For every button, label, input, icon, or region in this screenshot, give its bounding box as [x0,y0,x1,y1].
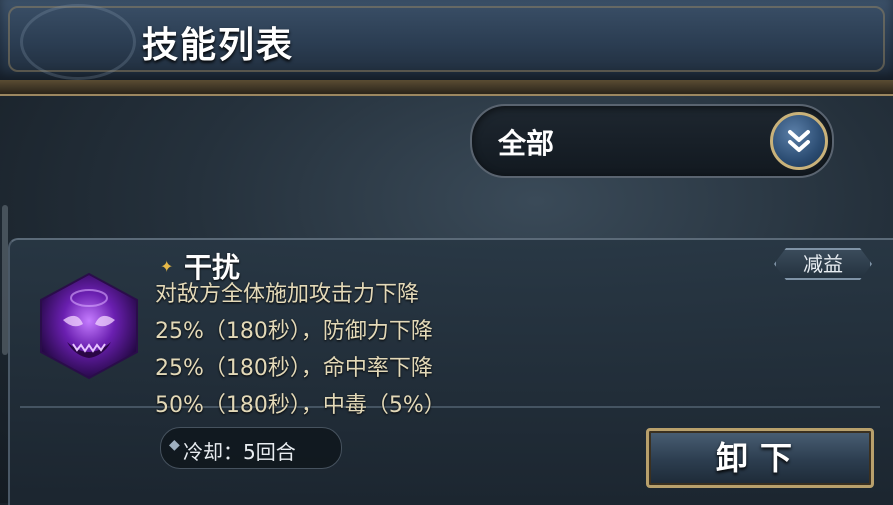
filter-selected-label: 全部 [498,127,555,160]
unload-button-label: 卸下 [715,439,804,477]
diamond-icon: ◆ [169,437,180,453]
description-line: 50%（180秒），中毒（5%） [155,393,446,418]
cooldown-text: 冷却：5回合 [183,440,296,464]
purple-shadow-skill-icon [33,270,145,382]
description-line: 25%（180秒），命中率下降 [155,356,433,381]
skill-description: 对敌方全体施加攻击力下降 25%（180秒），防御力下降 25%（180秒），命… [155,276,575,424]
skill-type-badge: 减益 [774,248,872,280]
star-icon: ✦ [160,257,174,276]
double-chevron-down-icon[interactable] [770,112,828,170]
cooldown-pill: ◆ 冷却：5回合 [160,427,342,469]
page-title: 技能列表 [142,25,295,66]
unload-button[interactable]: 卸下 [646,428,874,488]
filter-dropdown[interactable]: 全部 [470,104,834,178]
description-line: 25%（180秒），防御力下降 [155,319,433,344]
banner-ornament [20,4,136,80]
frame-divider [0,80,893,96]
description-line: 对敌方全体施加攻击力下降 [155,282,420,307]
title-banner: 技能列表 [0,0,893,83]
